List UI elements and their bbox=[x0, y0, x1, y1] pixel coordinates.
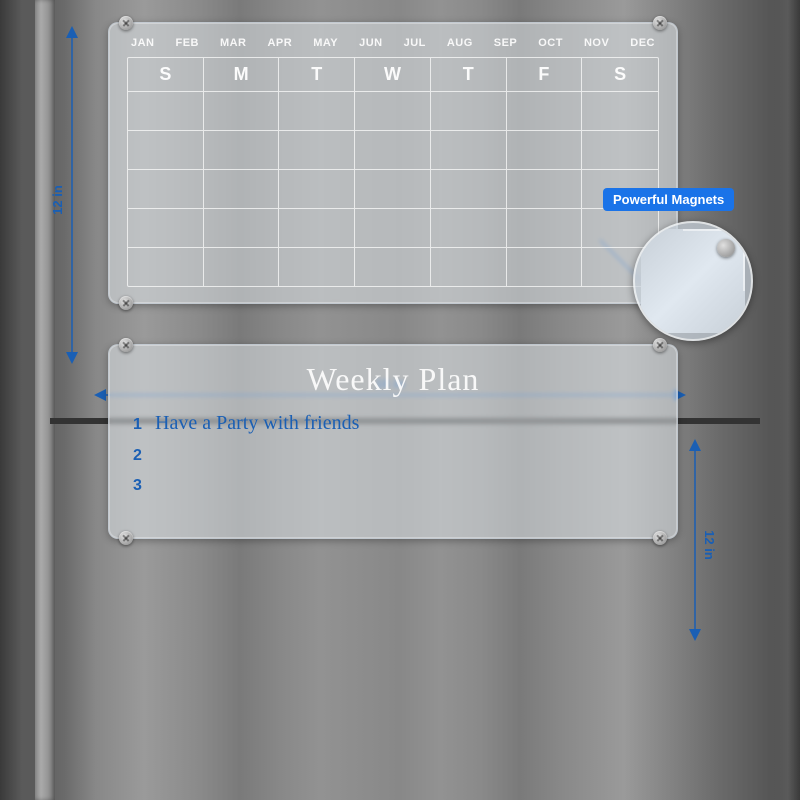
cal-cell bbox=[355, 209, 431, 247]
month-jan: JAN bbox=[131, 37, 155, 49]
weekly-num-2: 2 bbox=[133, 447, 155, 465]
month-aug: AUG bbox=[447, 37, 473, 49]
cal-cell bbox=[279, 92, 355, 130]
cal-cell bbox=[204, 209, 280, 247]
day-sun: S bbox=[128, 58, 204, 91]
cal-cell bbox=[128, 170, 204, 208]
calendar-header: S M T W T F S bbox=[128, 58, 658, 92]
cal-cell bbox=[431, 131, 507, 169]
magnet-screw-detail bbox=[717, 239, 735, 257]
cal-cell bbox=[507, 170, 583, 208]
cal-cell bbox=[431, 209, 507, 247]
magnets-badge: Powerful Magnets bbox=[603, 188, 734, 211]
cal-cell bbox=[279, 248, 355, 286]
cal-week-4 bbox=[128, 209, 658, 248]
cal-cell bbox=[355, 92, 431, 130]
day-mon: M bbox=[204, 58, 280, 91]
day-wed: W bbox=[355, 58, 431, 91]
screw-weekly-bl bbox=[119, 531, 133, 545]
cal-cell bbox=[128, 92, 204, 130]
cal-cell bbox=[355, 248, 431, 286]
cal-cell bbox=[128, 248, 204, 286]
cal-cell bbox=[431, 92, 507, 130]
cal-cell bbox=[204, 92, 280, 130]
fridge-right-edge bbox=[770, 0, 800, 800]
day-sat: S bbox=[582, 58, 658, 91]
cal-cell bbox=[204, 248, 280, 286]
screw-cal-bl bbox=[119, 296, 133, 310]
cal-cell bbox=[507, 248, 583, 286]
cal-cell bbox=[431, 248, 507, 286]
screw-cal-tr bbox=[653, 16, 667, 30]
month-mar: MAR bbox=[220, 37, 247, 49]
month-jul: JUL bbox=[404, 37, 426, 49]
cal-cell bbox=[279, 170, 355, 208]
cal-cell bbox=[507, 209, 583, 247]
cal-week-3 bbox=[128, 170, 658, 209]
cal-cell bbox=[204, 170, 280, 208]
cal-cell bbox=[279, 131, 355, 169]
cal-cell bbox=[582, 92, 658, 130]
screw-weekly-tl bbox=[119, 338, 133, 352]
month-jun: JUN bbox=[359, 37, 383, 49]
cal-week-5 bbox=[128, 248, 658, 286]
weekly-num-3: 3 bbox=[133, 477, 155, 495]
magnets-inner-detail bbox=[641, 229, 745, 333]
weekly-item-3: 3 bbox=[133, 477, 653, 495]
cal-cell bbox=[355, 170, 431, 208]
month-dec: DEC bbox=[630, 37, 655, 49]
cal-cell bbox=[355, 131, 431, 169]
fridge-handle bbox=[35, 0, 55, 800]
day-fri: F bbox=[507, 58, 583, 91]
month-row: JAN FEB MAR APR MAY JUN JUL AUG SEP OCT … bbox=[127, 37, 659, 49]
weekly-plan-title: Weekly Plan bbox=[133, 361, 653, 398]
day-tue: T bbox=[279, 58, 355, 91]
month-feb: FEB bbox=[175, 37, 199, 49]
month-sep: SEP bbox=[494, 37, 518, 49]
month-oct: OCT bbox=[538, 37, 563, 49]
cal-cell bbox=[507, 131, 583, 169]
cal-cell bbox=[128, 131, 204, 169]
month-may: MAY bbox=[313, 37, 338, 49]
month-apr: APR bbox=[267, 37, 292, 49]
weekly-item-2: 2 bbox=[133, 447, 653, 465]
cal-cell bbox=[582, 131, 658, 169]
cal-cell bbox=[128, 209, 204, 247]
weekly-plan-board: Weekly Plan 1 Have a Party with friends … bbox=[108, 344, 678, 539]
cal-cell bbox=[204, 131, 280, 169]
magnets-circle bbox=[633, 221, 753, 341]
cal-week-2 bbox=[128, 131, 658, 170]
cal-cell bbox=[507, 92, 583, 130]
calendar-grid: S M T W T F S bbox=[127, 57, 659, 287]
weekly-item-1: 1 Have a Party with friends bbox=[133, 412, 653, 435]
screw-cal-tl bbox=[119, 16, 133, 30]
day-thu: T bbox=[431, 58, 507, 91]
cal-week-1 bbox=[128, 92, 658, 131]
calendar-board: JAN FEB MAR APR MAY JUN JUL AUG SEP OCT … bbox=[108, 22, 678, 304]
weekly-num-1: 1 bbox=[133, 416, 155, 434]
cal-cell bbox=[431, 170, 507, 208]
weekly-text-1: Have a Party with friends bbox=[155, 412, 359, 435]
cal-cell bbox=[279, 209, 355, 247]
magnets-callout: Powerful Magnets bbox=[603, 188, 788, 341]
screw-weekly-br bbox=[653, 531, 667, 545]
month-nov: NOV bbox=[584, 37, 609, 49]
